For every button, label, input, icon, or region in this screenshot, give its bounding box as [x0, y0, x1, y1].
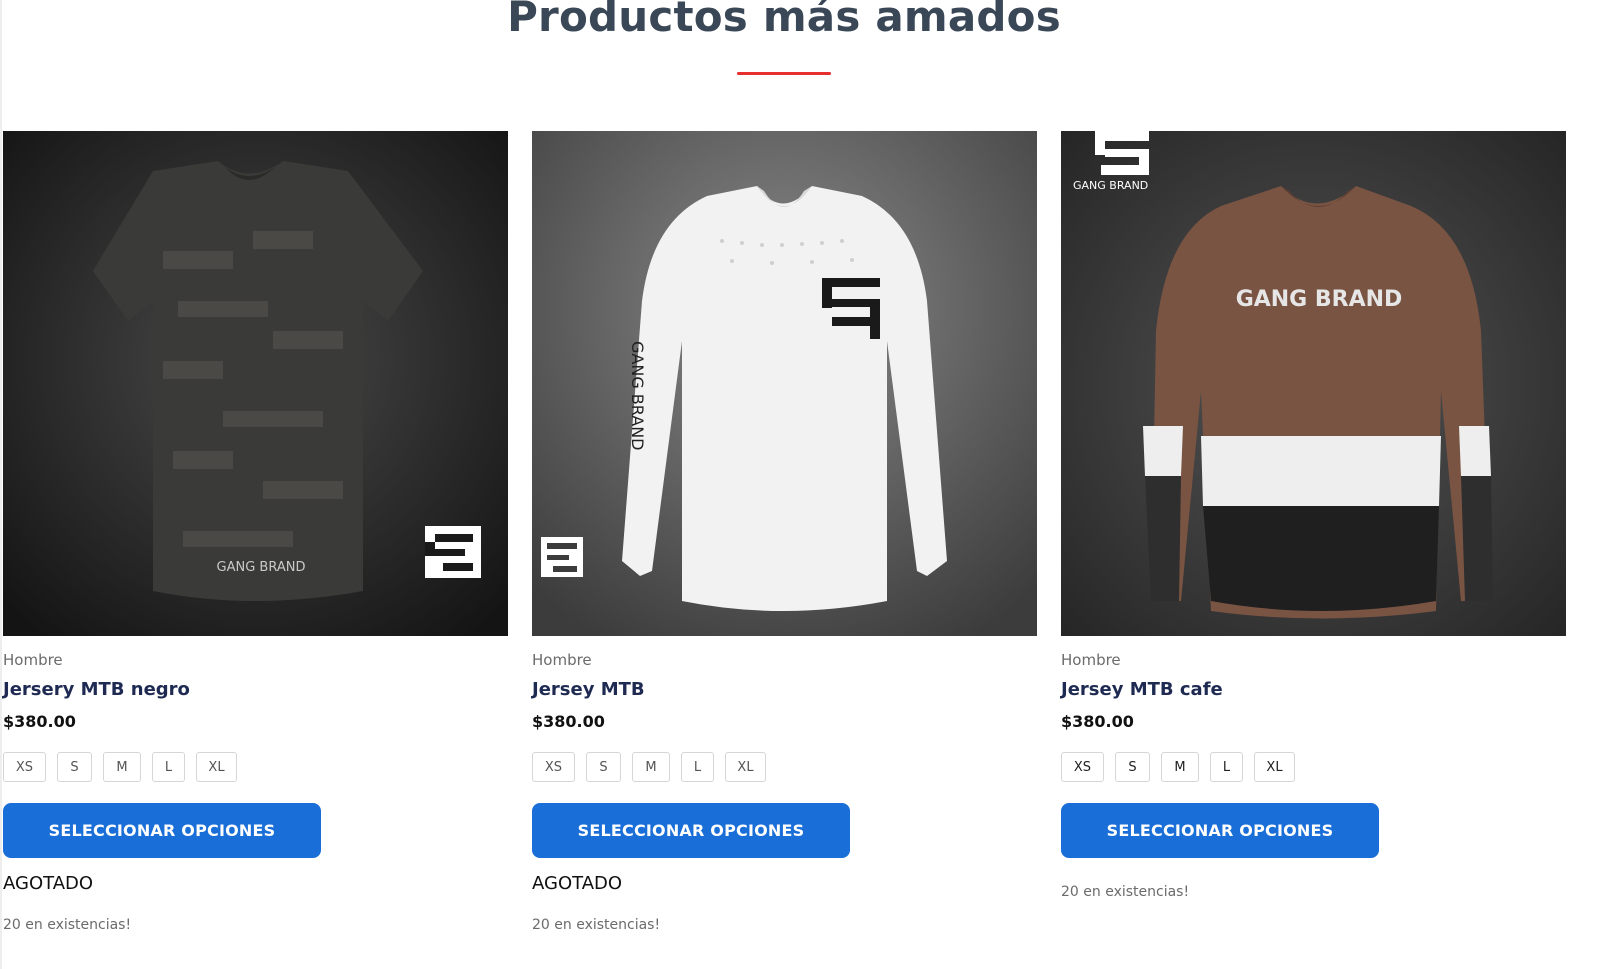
gang-brand-logo-icon [425, 526, 481, 578]
brand-text: GANG BRAND [217, 560, 306, 575]
product-name[interactable]: Jersey MTB [532, 679, 645, 700]
product-card: GANG BRAND GANG BRAND Hombre Jersey MTB … [1061, 131, 1566, 900]
size-option-xl[interactable]: XL [725, 752, 766, 782]
size-option-xl[interactable]: XL [1254, 752, 1295, 782]
size-options: XS S M L XL [1061, 752, 1295, 782]
size-option-s[interactable]: S [586, 752, 621, 782]
select-options-button[interactable]: SELECCIONAR OPCIONES [3, 803, 321, 858]
size-option-s[interactable]: S [1115, 752, 1150, 782]
title-underline [737, 72, 831, 75]
page-edge [0, 0, 2, 969]
size-option-xl[interactable]: XL [196, 752, 237, 782]
product-card: GANG BRAND Hombre Jersey MTB $380.00 XS … [532, 131, 1037, 933]
logo-brand-text: GANG BRAND [1073, 179, 1148, 192]
stock-count: 20 en existencias! [3, 917, 132, 933]
size-option-l[interactable]: L [681, 752, 714, 782]
product-name[interactable]: Jersey MTB cafe [1061, 679, 1223, 700]
stock-count: 20 en existencias! [532, 917, 661, 933]
product-image[interactable]: GANG BRAND GANG BRAND [1061, 131, 1566, 636]
section-title: Productos más amados [507, 0, 1061, 41]
size-option-xs[interactable]: XS [532, 752, 575, 782]
product-price: $380.00 [1061, 712, 1134, 731]
product-price: $380.00 [3, 712, 76, 731]
stock-status: AGOTADO [532, 873, 623, 894]
product-category: Hombre [532, 651, 592, 669]
stock-count: 20 en existencias! [1061, 884, 1190, 900]
product-category: Hombre [3, 651, 63, 669]
size-option-l[interactable]: L [152, 752, 185, 782]
size-option-m[interactable]: M [632, 752, 670, 782]
product-name[interactable]: Jersery MTB negro [3, 679, 190, 700]
size-option-xs[interactable]: XS [1061, 752, 1104, 782]
product-image[interactable]: GANG BRAND [532, 131, 1037, 636]
select-options-button[interactable]: SELECCIONAR OPCIONES [532, 803, 850, 858]
select-options-button[interactable]: SELECCIONAR OPCIONES [1061, 803, 1379, 858]
size-option-m[interactable]: M [103, 752, 141, 782]
size-options: XS S M L XL [3, 752, 237, 782]
size-options: XS S M L XL [532, 752, 766, 782]
product-price: $380.00 [532, 712, 605, 731]
stock-status: AGOTADO [3, 873, 94, 894]
gang-brand-logo-icon [1095, 131, 1149, 175]
sleeve-brand-text: GANG BRAND [628, 341, 647, 450]
size-option-s[interactable]: S [57, 752, 92, 782]
gang-brand-logo-icon [541, 537, 583, 577]
size-option-xs[interactable]: XS [3, 752, 46, 782]
size-option-m[interactable]: M [1161, 752, 1199, 782]
product-card: GANG BRAND Hombre Jersery MTB negro $380… [3, 131, 508, 933]
size-option-l[interactable]: L [1210, 752, 1243, 782]
product-image[interactable]: GANG BRAND [3, 131, 508, 636]
chest-brand-text: GANG BRAND [1236, 287, 1403, 312]
product-category: Hombre [1061, 651, 1121, 669]
page: Productos más amados GANG BRAND Hombre J… [0, 0, 1618, 969]
